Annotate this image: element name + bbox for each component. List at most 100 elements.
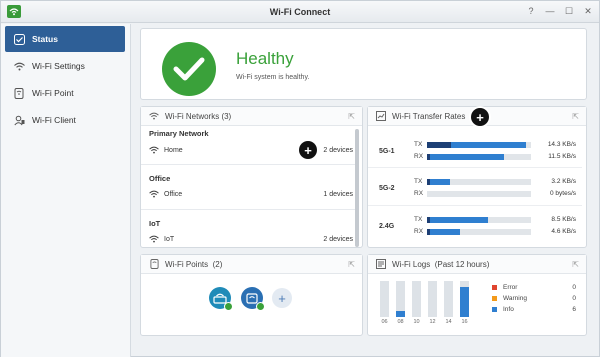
card-header: Wi-Fi Logs (Past 12 hours) ⇱ <box>368 255 586 274</box>
expand-icon[interactable]: ⇱ <box>572 112 579 121</box>
points-count: (2) <box>212 259 223 269</box>
band-label: 2.4G <box>379 223 395 230</box>
chart-icon <box>376 111 386 121</box>
tx-label: TX <box>414 141 423 148</box>
rx-label: RX <box>414 190 424 197</box>
log-bar <box>460 287 469 317</box>
sidebar-item-wifi-point[interactable]: Wi-Fi Point <box>5 80 125 106</box>
log-icon <box>376 259 386 269</box>
help-icon[interactable]: ? <box>526 6 536 17</box>
rate-value: 4.6 KB/s <box>551 228 576 235</box>
status-icon <box>13 33 25 45</box>
legend-label: Info <box>503 305 514 313</box>
add-wifi-point-button[interactable]: + <box>272 288 292 308</box>
wifi-icon <box>149 190 159 198</box>
title-bar: Wi-Fi Connect ? — ☐ ✕ <box>1 1 599 23</box>
wifi-networks-card: Wi-Fi Networks (3) ⇱ Primary Network Hom… <box>140 106 363 248</box>
log-bar-chart <box>380 281 476 317</box>
log-tick-label: 14 <box>445 319 452 325</box>
network-ssid: IoT <box>164 235 175 243</box>
expand-icon[interactable]: ⇱ <box>348 260 355 269</box>
rate-bar <box>427 228 531 235</box>
divider <box>368 167 582 168</box>
tx-label: TX <box>414 216 423 223</box>
scrollbar[interactable] <box>355 129 359 247</box>
log-tick-label: 08 <box>397 319 404 325</box>
rate-bar-peak <box>427 216 430 223</box>
rate-bar-peak <box>427 141 451 148</box>
sidebar-item-status[interactable]: Status <box>5 26 125 52</box>
rate-value: 8.5 KB/s <box>551 216 576 223</box>
device-count: 1 devices <box>323 190 353 198</box>
rate-bar <box>427 141 531 148</box>
add-network-button[interactable]: + <box>299 141 317 159</box>
rx-rate-row: RX 11.5 KB/s <box>414 152 584 161</box>
rate-value: 11.5 KB/s <box>548 153 576 160</box>
rate-bar-fill <box>427 178 450 185</box>
card-title: Wi-Fi Points <box>165 259 209 269</box>
rate-bar <box>427 190 531 197</box>
log-tick-label: 10 <box>413 319 420 325</box>
divider <box>141 164 355 165</box>
rate-bar-peak <box>427 228 430 235</box>
rate-bar-fill <box>427 216 489 223</box>
health-status-description: Wi-Fi system is healthy. <box>236 74 310 81</box>
divider <box>141 209 355 210</box>
sidebar-item-label: Wi-Fi Settings <box>32 61 85 71</box>
card-header: Wi-Fi Networks (3) ⇱ <box>141 107 362 126</box>
sidebar-item-wifi-client[interactable]: Wi-Fi Client <box>5 107 125 133</box>
expand-icon[interactable]: ⇱ <box>572 260 579 269</box>
divider <box>368 205 582 206</box>
rate-value: 3.2 KB/s <box>551 178 576 185</box>
sidebar: Status Wi-Fi Settings Wi-Fi Point Wi-Fi … <box>1 24 131 357</box>
rx-label: RX <box>414 228 424 235</box>
rx-rate-row: RX 0 bytes/s <box>414 189 584 198</box>
log-tick-label: 06 <box>381 319 388 325</box>
wifi-icon <box>149 235 159 243</box>
legend-count: 6 <box>572 305 576 313</box>
rate-bar <box>427 153 531 160</box>
rate-bar-fill <box>427 153 504 160</box>
router-icon <box>13 87 25 99</box>
minimize-icon[interactable]: — <box>545 6 555 17</box>
network-row[interactable]: Home 2 devices <box>149 144 353 156</box>
wifi-point-icon[interactable] <box>209 287 233 311</box>
wifi-logs-card: Wi-Fi Logs (Past 12 hours) ⇱ Error 0 War… <box>367 254 587 336</box>
legend-label: Error <box>503 283 518 291</box>
sidebar-item-label: Status <box>32 34 58 44</box>
close-icon[interactable]: ✕ <box>583 6 593 17</box>
network-row[interactable]: IoT 2 devices <box>149 233 353 245</box>
maximize-icon[interactable]: ☐ <box>564 6 574 17</box>
network-row[interactable]: Office 1 devices <box>149 188 353 200</box>
sidebar-item-wifi-settings[interactable]: Wi-Fi Settings <box>5 53 125 79</box>
wifi-points-card: Wi-Fi Points (2) ⇱ + <box>140 254 363 336</box>
band-label: 5G-1 <box>379 148 395 155</box>
log-bar <box>396 311 405 317</box>
rate-bar <box>427 178 531 185</box>
legend-row: Info 6 <box>492 304 576 314</box>
network-group-title: Primary Network <box>149 129 209 138</box>
wifi-point-icon[interactable] <box>241 287 265 311</box>
check-icon <box>162 42 216 96</box>
add-transfer-widget-button[interactable]: + <box>471 108 489 126</box>
card-header: Wi-Fi Points (2) ⇱ <box>141 255 362 274</box>
legend-row: Error 0 <box>492 282 576 292</box>
card-title: Wi-Fi Logs <box>392 259 431 269</box>
health-card: Healthy Wi-Fi system is healthy. <box>140 28 587 100</box>
rate-bar-fill <box>427 228 461 235</box>
card-title: Wi-Fi Transfer Rates <box>392 111 466 121</box>
rx-label: RX <box>414 153 424 160</box>
log-tick-label: 16 <box>461 319 468 325</box>
rate-value: 0 bytes/s <box>549 190 576 197</box>
network-group-title: Office <box>149 174 171 183</box>
legend-row: Warning 0 <box>492 293 576 303</box>
expand-icon[interactable]: ⇱ <box>348 112 355 121</box>
log-bar-track <box>380 281 389 317</box>
network-group-title: IoT <box>149 219 161 228</box>
legend-count: 0 <box>572 294 576 302</box>
log-bar-track <box>428 281 437 317</box>
info-swatch <box>492 306 497 312</box>
log-bar-track <box>412 281 421 317</box>
router-icon <box>149 259 159 269</box>
tx-rate-row: TX 3.2 KB/s <box>414 177 584 186</box>
